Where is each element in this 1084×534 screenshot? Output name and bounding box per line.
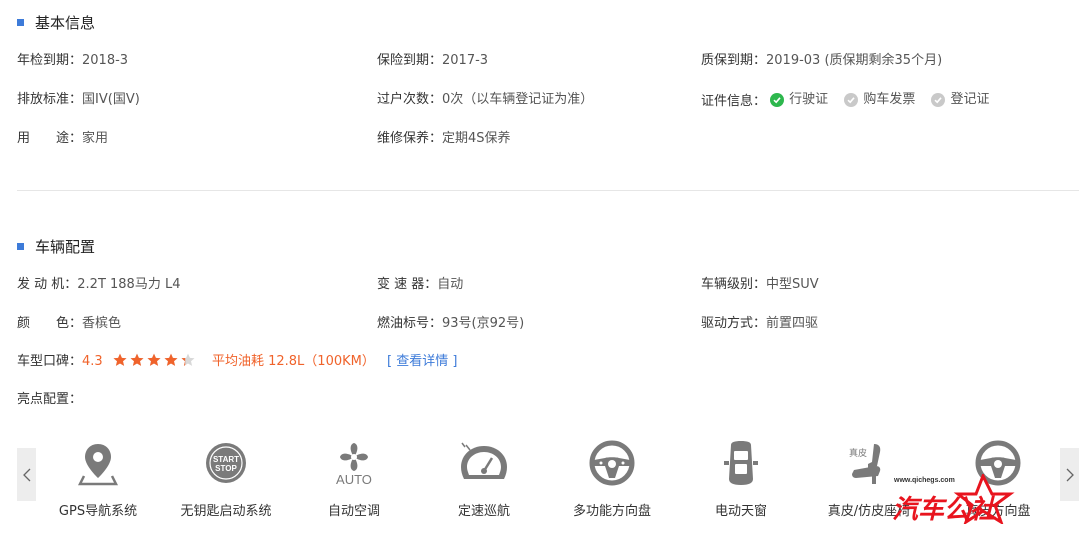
auto-ac-icon: AUTO: [336, 443, 372, 486]
leather-seat-icon: 真皮: [849, 444, 881, 484]
svg-text:STOP: STOP: [215, 464, 237, 473]
feature-cruise: 定速巡航: [429, 436, 539, 519]
gps-icon: [78, 444, 118, 486]
inspection-expiry: 年检到期：2018-3: [17, 53, 129, 68]
star-icon: [164, 353, 178, 366]
basic-row-1: 年检到期：2018-3 保险到期：2017-3 质保到期：2019-03 (质保…: [17, 51, 1077, 71]
section-divider: [17, 190, 1079, 191]
section-marker-icon: [17, 243, 24, 250]
koubei: 车型口碑：4.3 平均油耗 12.8L（100KM） [ 查看详情 ]: [17, 353, 458, 369]
steering-wheel-icon: [589, 440, 635, 486]
start-stop-icon: START STOP: [206, 443, 246, 483]
maintenance: 维修保养：定期4S保养: [377, 131, 511, 146]
engine: 发 动 机：2.2T 188马力 L4: [17, 277, 181, 292]
feature-sunroof: 电动天窗: [686, 436, 796, 519]
feature-multifunction-wheel: 多功能方向盘: [557, 436, 667, 519]
check-circle-icon: [931, 93, 946, 107]
insurance-expiry: 保险到期：2017-3: [377, 53, 489, 68]
highlight-row: 亮点配置：: [17, 390, 1077, 410]
koubei-row: 车型口碑：4.3 平均油耗 12.8L（100KM） [ 查看详情 ]: [17, 352, 1077, 372]
star-icon: [130, 353, 144, 366]
feature-gps: GPS导航系统: [43, 436, 153, 519]
svg-text:www.qichegs.com: www.qichegs.com: [893, 477, 955, 484]
section-marker-icon: [17, 19, 24, 26]
color: 颜 色：香槟色: [17, 316, 122, 331]
cruise-icon: [461, 442, 507, 479]
feature-auto-ac: AUTO 自动空调: [299, 436, 409, 519]
carousel-prev-button[interactable]: [17, 448, 36, 501]
feature-label: 电动天窗: [714, 504, 767, 519]
svg-text:START: START: [213, 455, 239, 464]
usage: 用 途：家用: [17, 131, 109, 146]
documents-info: 证件信息： 行驶证 购车发票 登记证: [701, 90, 990, 110]
feature-label: 自动空调: [327, 504, 380, 519]
cert-purchase-invoice: 购车发票: [844, 90, 915, 110]
config-row-1: 发 动 机：2.2T 188马力 L4 变 速 器：自动 车辆级别：中型SUV: [17, 275, 1077, 295]
drive-type: 驱动方式：前置四驱: [701, 316, 819, 331]
feature-label: 定速巡航: [457, 504, 510, 519]
feature-label: 无钥匙启动系统: [180, 504, 272, 519]
check-circle-icon: [844, 93, 859, 107]
chevron-right-icon: [1066, 468, 1074, 481]
star-icon: [181, 353, 195, 366]
rating-value: 4.3: [82, 354, 103, 369]
vehicle-config-title: 车辆配置: [17, 236, 95, 257]
svg-text:真皮: 真皮: [849, 447, 867, 459]
vehicle-class: 车辆级别：中型SUV: [701, 277, 819, 292]
transmission: 变 速 器：自动: [377, 277, 464, 292]
feature-keyless-start: START STOP 无钥匙启动系统: [171, 436, 281, 519]
feature-label: 多功能方向盘: [572, 504, 651, 519]
fuel-grade: 燃油标号：93号(京92号): [377, 316, 525, 331]
view-details-link[interactable]: [ 查看详情 ]: [387, 354, 457, 369]
star-icon: [113, 353, 127, 366]
basic-info-title: 基本信息: [17, 12, 95, 33]
carousel-next-button[interactable]: [1060, 448, 1079, 501]
emission-standard: 排放标准：国IV(国V): [17, 92, 140, 107]
svg-text:AUTO: AUTO: [336, 472, 372, 486]
highlight-label: 亮点配置：: [17, 392, 83, 407]
feature-label: GPS导航系统: [58, 504, 138, 519]
watermark-logo: www.qichegs.com 汽车公社: [892, 474, 1015, 524]
sunroof-icon: [724, 441, 758, 485]
cert-driving-license: 行驶证: [770, 90, 828, 110]
fuel-consumption: 平均油耗 12.8L（100KM）: [211, 354, 375, 369]
check-circle-icon: [770, 93, 785, 107]
cert-registration: 登记证: [931, 90, 989, 110]
transfer-count: 过户次数：0次（以车辆登记证为准）: [377, 92, 594, 107]
warranty-expiry: 质保到期：2019-03 (质保期剩余35个月): [701, 53, 943, 68]
basic-row-3: 用 途：家用 维修保养：定期4S保养: [17, 129, 1077, 149]
rating-stars: [113, 353, 198, 367]
chevron-left-icon: [22, 468, 30, 481]
basic-row-2: 排放标准：国IV(国V) 过户次数：0次（以车辆登记证为准） 证件信息： 行驶证…: [17, 90, 1077, 110]
star-icon: [147, 353, 161, 366]
config-row-2: 颜 色：香槟色 燃油标号：93号(京92号) 驱动方式：前置四驱: [17, 314, 1077, 334]
